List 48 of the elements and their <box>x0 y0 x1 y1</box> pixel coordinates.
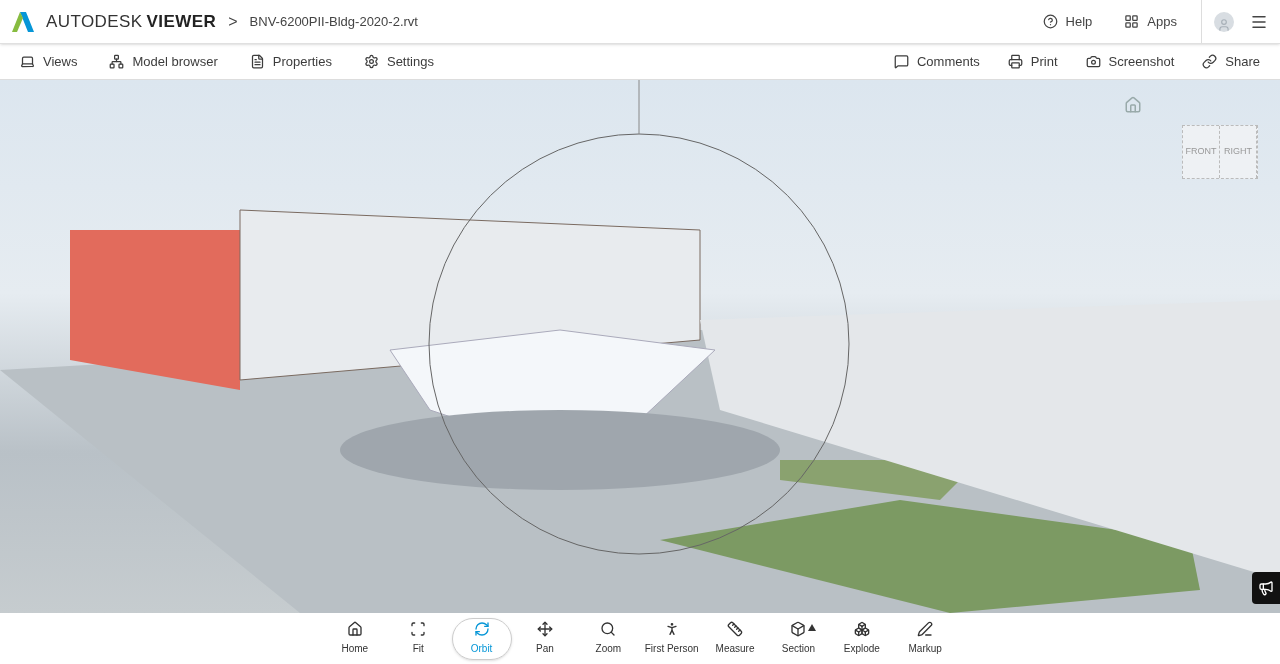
breadcrumb-separator: > <box>228 11 238 32</box>
orbit-icon <box>473 621 490 637</box>
pan-icon <box>536 621 553 637</box>
comment-icon <box>893 54 909 69</box>
cube-face-label: RIGHT <box>1220 126 1257 178</box>
product-name: VIEWER <box>146 10 217 33</box>
header-link[interactable]: Apps <box>1116 11 1185 32</box>
help-icon <box>1042 14 1058 29</box>
toolbar-button[interactable]: Screenshot <box>1077 45 1183 78</box>
pen-icon <box>917 621 934 637</box>
toolbar-button[interactable]: Comments <box>885 45 988 78</box>
toolbar-button[interactable]: Settings <box>355 45 442 78</box>
toolbar-button[interactable]: Views <box>12 45 86 78</box>
camera-icon <box>1085 54 1101 69</box>
tool-button[interactable]: Measure <box>705 617 766 660</box>
home-icon <box>346 621 363 637</box>
tool-button[interactable]: Markup <box>895 617 956 660</box>
hierarchy-icon <box>109 54 125 69</box>
toolbar-button[interactable]: Model browser <box>101 45 226 78</box>
file-name: BNV-6200PII-Bldg-2020-2.rvt <box>249 12 418 31</box>
laptop-icon <box>20 54 35 69</box>
header-link[interactable]: Help <box>1034 11 1101 32</box>
megaphone-icon <box>1258 580 1274 596</box>
ruler-icon <box>727 621 744 637</box>
tool-button[interactable]: Fit <box>388 617 449 660</box>
print-icon <box>1007 54 1023 69</box>
tool-button[interactable]: Section <box>768 617 829 660</box>
feedback-button[interactable] <box>1252 572 1280 604</box>
toolbar-button[interactable]: Properties <box>241 45 340 78</box>
toolbar-button[interactable]: Share <box>1194 45 1268 78</box>
search-icon <box>600 621 617 637</box>
user-icon <box>1217 17 1231 32</box>
link-icon <box>1202 54 1218 69</box>
fit-icon <box>410 621 427 637</box>
settings-icon <box>363 54 379 69</box>
tool-button[interactable]: Pan <box>514 617 575 660</box>
section-box-icon <box>790 621 807 637</box>
cube-face-label: FRONT <box>1183 126 1220 178</box>
brand-name: AUTODESK <box>46 10 143 33</box>
tool-button[interactable]: Explode <box>831 617 892 660</box>
grid-icon <box>1124 14 1140 29</box>
logo-icon <box>12 11 34 32</box>
toolbar-button[interactable]: Print <box>999 45 1066 78</box>
cubes-icon <box>853 621 870 637</box>
tool-button[interactable]: First Person <box>641 617 702 660</box>
tool-button[interactable]: Zoom <box>578 617 639 660</box>
tool-button[interactable]: Home <box>324 617 385 660</box>
document-icon <box>249 54 265 69</box>
